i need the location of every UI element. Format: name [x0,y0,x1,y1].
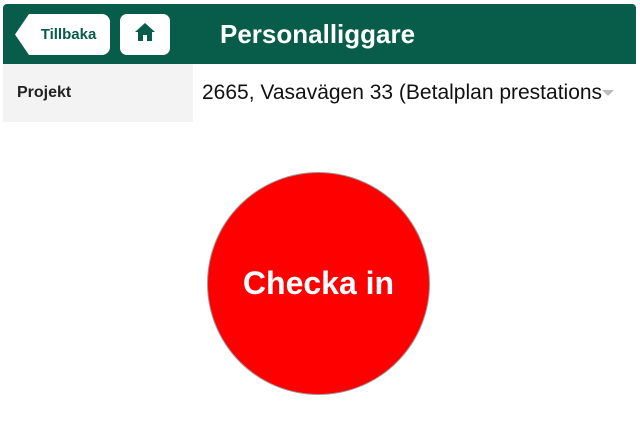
home-button[interactable] [120,14,170,55]
page-title: Personalliggare [220,19,416,49]
project-label: Projekt [3,64,193,122]
header-bar: Tillbaka Personalliggare [3,4,636,64]
back-button-label: Tillbaka [40,26,97,43]
back-button[interactable]: Tillbaka [15,14,110,55]
project-select[interactable]: 2665, Vasavägen 33 (Betalplan prestation… [193,64,636,122]
chevron-down-icon [602,90,614,96]
home-icon [134,22,156,47]
checkin-button[interactable]: Checka in [207,172,430,395]
app-frame: Tillbaka Personalliggare Projekt 2665, V… [0,0,640,433]
checkin-button-label: Checka in [242,265,395,301]
project-row: Projekt 2665, Vasavägen 33 (Betalplan pr… [3,64,636,122]
project-select-value: 2665, Vasavägen 33 (Betalplan prestation… [202,81,603,104]
